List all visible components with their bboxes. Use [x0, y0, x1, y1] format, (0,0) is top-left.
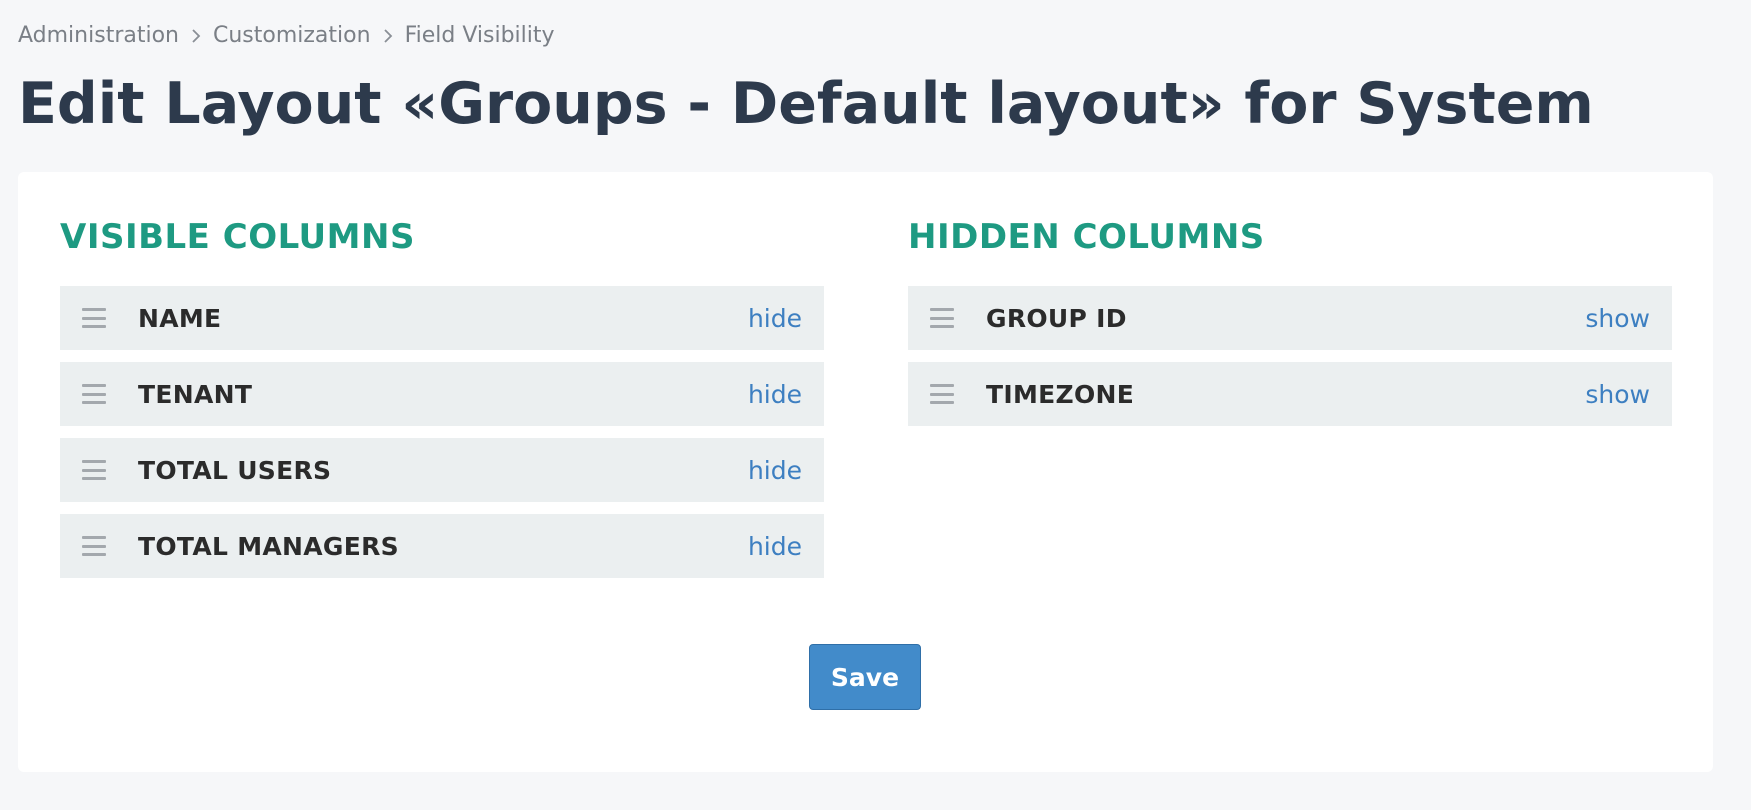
column-label: TOTAL MANAGERS — [138, 531, 399, 561]
column-label: TIMEZONE — [986, 379, 1135, 409]
breadcrumb-administration[interactable]: Administration — [18, 20, 179, 52]
drag-handle-icon[interactable] — [82, 308, 106, 328]
layout-editor-panel: VISIBLE COLUMNS NAME hide TENANT hide TO… — [18, 172, 1713, 772]
visible-column-row-tenant[interactable]: TENANT hide — [60, 362, 824, 426]
column-label: GROUP ID — [986, 303, 1127, 333]
visible-columns-list: VISIBLE COLUMNS NAME hide TENANT hide TO… — [60, 212, 824, 590]
hide-link-name[interactable]: hide — [748, 304, 802, 333]
hidden-column-row-timezone[interactable]: TIMEZONE show — [908, 362, 1672, 426]
hide-link-tenant[interactable]: hide — [748, 380, 802, 409]
drag-handle-icon[interactable] — [82, 460, 106, 480]
hidden-columns-heading: HIDDEN COLUMNS — [908, 217, 1265, 257]
column-label: TENANT — [138, 379, 253, 409]
visible-column-row-total-users[interactable]: TOTAL USERS hide — [60, 438, 824, 502]
drag-handle-icon[interactable] — [930, 384, 954, 404]
page-title: Edit Layout «Groups - Default layout» fo… — [18, 71, 1594, 137]
breadcrumb: Administration Customization Field Visib… — [18, 20, 555, 52]
show-link-timezone[interactable]: show — [1585, 380, 1650, 409]
chevron-right-icon — [179, 20, 213, 52]
breadcrumb-customization[interactable]: Customization — [213, 20, 371, 52]
visible-column-row-name[interactable]: NAME hide — [60, 286, 824, 350]
show-link-group-id[interactable]: show — [1585, 304, 1650, 333]
breadcrumb-field-visibility: Field Visibility — [404, 23, 555, 48]
drag-handle-icon[interactable] — [82, 384, 106, 404]
drag-handle-icon[interactable] — [82, 536, 106, 556]
save-button[interactable]: Save — [809, 644, 921, 710]
drag-handle-icon[interactable] — [930, 308, 954, 328]
visible-columns-heading: VISIBLE COLUMNS — [60, 217, 415, 257]
visible-column-row-total-managers[interactable]: TOTAL MANAGERS hide — [60, 514, 824, 578]
hide-link-total-users[interactable]: hide — [748, 456, 802, 485]
hidden-columns-list: HIDDEN COLUMNS GROUP ID show TIMEZONE sh… — [908, 212, 1672, 438]
hide-link-total-managers[interactable]: hide — [748, 532, 802, 561]
hidden-column-row-group-id[interactable]: GROUP ID show — [908, 286, 1672, 350]
column-label: TOTAL USERS — [138, 455, 332, 485]
chevron-right-icon — [371, 20, 405, 52]
column-label: NAME — [138, 303, 222, 333]
